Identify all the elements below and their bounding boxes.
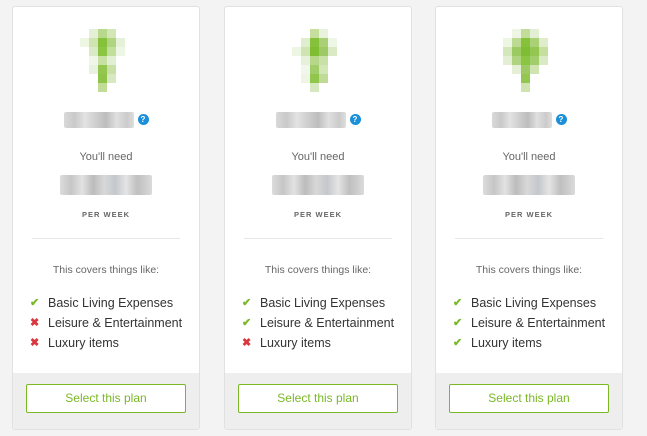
feature-label: Leisure & Entertainment bbox=[48, 316, 183, 330]
cross-icon: ✖ bbox=[30, 337, 40, 349]
card-footer: Select this plan bbox=[225, 373, 411, 429]
need-label: You'll need bbox=[79, 151, 133, 163]
plan-name-row: ? bbox=[225, 111, 411, 131]
per-week-label: PER WEEK bbox=[293, 210, 342, 219]
cross-icon: ✖ bbox=[30, 317, 40, 329]
help-icon[interactable]: ? bbox=[555, 114, 567, 126]
feature-label: Leisure & Entertainment bbox=[471, 316, 606, 330]
cross-icon: ✖ bbox=[242, 337, 252, 349]
feature-item: ✔ Basic Living Expenses bbox=[242, 293, 405, 313]
help-icon[interactable]: ? bbox=[137, 114, 149, 126]
weekly-amount-redacted bbox=[60, 175, 152, 195]
divider bbox=[455, 238, 603, 239]
card-footer: Select this plan bbox=[436, 373, 622, 429]
plan-illustration-icon bbox=[80, 29, 134, 93]
divider bbox=[32, 238, 180, 239]
check-icon: ✔ bbox=[453, 337, 463, 349]
plan-card-premium: ? You'll need PER WEEK This covers thing… bbox=[435, 6, 623, 430]
feature-label: Basic Living Expenses bbox=[260, 296, 386, 310]
feature-label: Basic Living Expenses bbox=[48, 296, 174, 310]
feature-list: ✔ Basic Living Expenses ✖ Leisure & Ente… bbox=[30, 293, 193, 353]
help-icon[interactable]: ? bbox=[349, 114, 361, 126]
feature-item: ✔ Basic Living Expenses bbox=[453, 293, 616, 313]
covers-label: This covers things like: bbox=[264, 264, 372, 276]
feature-label: Luxury items bbox=[260, 336, 331, 350]
covers-label: This covers things like: bbox=[52, 264, 160, 276]
check-icon: ✔ bbox=[30, 297, 40, 309]
check-icon: ✔ bbox=[453, 317, 463, 329]
per-week-label: PER WEEK bbox=[504, 210, 553, 219]
feature-item: ✔ Leisure & Entertainment bbox=[453, 313, 616, 333]
feature-item: ✔ Basic Living Expenses bbox=[30, 293, 193, 313]
plan-name-redacted bbox=[491, 111, 552, 128]
select-plan-button[interactable]: Select this plan bbox=[26, 384, 186, 413]
feature-label: Basic Living Expenses bbox=[471, 296, 597, 310]
card-footer: Select this plan bbox=[13, 373, 199, 429]
check-icon: ✔ bbox=[453, 297, 463, 309]
weekly-amount-redacted bbox=[272, 175, 364, 195]
divider bbox=[244, 238, 392, 239]
feature-item: ✔ Leisure & Entertainment bbox=[242, 313, 405, 333]
plan-name-redacted bbox=[275, 111, 346, 128]
select-plan-button[interactable]: Select this plan bbox=[238, 384, 398, 413]
plan-illustration-icon bbox=[503, 29, 557, 93]
feature-item: ✖ Luxury items bbox=[30, 333, 193, 353]
plan-name-row: ? bbox=[436, 111, 622, 131]
feature-list: ✔ Basic Living Expenses ✔ Leisure & Ente… bbox=[242, 293, 405, 353]
plan-card-standard: ? You'll need PER WEEK This covers thing… bbox=[224, 6, 412, 430]
need-label: You'll need bbox=[502, 151, 556, 163]
per-week-label: PER WEEK bbox=[81, 210, 130, 219]
plan-name-redacted bbox=[63, 111, 134, 128]
feature-list: ✔ Basic Living Expenses ✔ Leisure & Ente… bbox=[453, 293, 616, 353]
feature-label: Luxury items bbox=[48, 336, 119, 350]
plan-card-basic: ? You'll need PER WEEK This covers thing… bbox=[12, 6, 200, 430]
weekly-amount-redacted bbox=[483, 175, 575, 195]
feature-item: ✖ Luxury items bbox=[242, 333, 405, 353]
feature-item: ✖ Leisure & Entertainment bbox=[30, 313, 193, 333]
covers-label: This covers things like: bbox=[475, 264, 583, 276]
plan-illustration-icon bbox=[292, 29, 346, 93]
feature-item: ✔ Luxury items bbox=[453, 333, 616, 353]
feature-label: Leisure & Entertainment bbox=[260, 316, 395, 330]
plan-name-row: ? bbox=[13, 111, 199, 131]
need-label: You'll need bbox=[291, 151, 345, 163]
check-icon: ✔ bbox=[242, 297, 252, 309]
check-icon: ✔ bbox=[242, 317, 252, 329]
select-plan-button[interactable]: Select this plan bbox=[449, 384, 609, 413]
feature-label: Luxury items bbox=[471, 336, 542, 350]
